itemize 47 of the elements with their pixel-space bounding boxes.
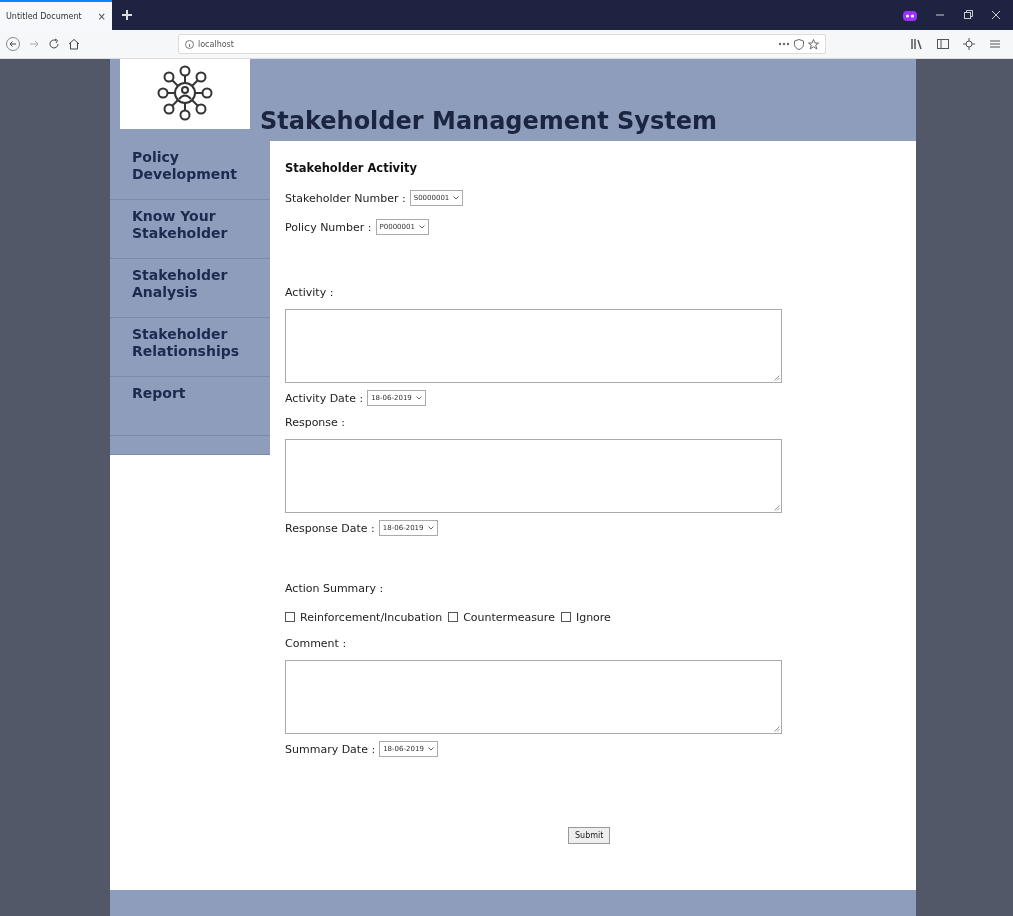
chevron-icon	[415, 396, 422, 400]
chevron-icon	[427, 747, 434, 751]
site-title: Stakeholder Management System	[260, 107, 717, 135]
resize-grip-icon[interactable]	[774, 726, 780, 732]
tab-title: Untitled Document	[6, 11, 82, 21]
field-label: Response :	[285, 415, 346, 429]
info-icon	[185, 39, 194, 49]
chevron-icon	[453, 196, 460, 200]
resize-grip-icon[interactable]	[774, 505, 780, 511]
url-text: localhost	[198, 39, 235, 49]
field-label: Summary Date :	[285, 742, 376, 756]
form-heading: Stakeholder Activity	[285, 161, 418, 175]
chevron-icon	[427, 526, 434, 530]
nav-link[interactable]: Report	[110, 377, 270, 436]
field-label: Policy Number :	[285, 220, 372, 234]
checkbox-option[interactable]: Ignore	[560, 610, 611, 624]
field-label: Comment :	[285, 636, 347, 650]
library-icon[interactable]	[911, 38, 923, 50]
reload-icon[interactable]	[48, 38, 60, 50]
back-icon[interactable]	[6, 37, 20, 51]
resize-grip-icon[interactable]	[774, 375, 780, 381]
home-icon[interactable]	[68, 38, 80, 50]
sidebar-icon[interactable]	[937, 38, 949, 50]
shield-icon[interactable]	[794, 38, 804, 50]
restore-icon[interactable]	[963, 10, 973, 20]
close-icon[interactable]	[991, 10, 1001, 20]
checkbox-option[interactable]: Countermeasure	[448, 610, 555, 624]
nav-link[interactable]: Policy Development	[110, 141, 270, 200]
nav-link[interactable]: Stakeholder Relationships	[110, 318, 270, 377]
nav-link[interactable]: Know Your Stakeholder	[110, 200, 270, 259]
field-label: Response Date :	[285, 521, 375, 535]
chevron-icon	[418, 225, 425, 229]
more-icon[interactable]	[778, 42, 790, 46]
browser-tab[interactable]: Untitled Document ×	[0, 0, 112, 30]
field-label: Stakeholder Number :	[285, 191, 406, 205]
submit-button[interactable]: Submit	[568, 827, 611, 844]
mask-icon[interactable]	[903, 9, 917, 21]
tab-close-button[interactable]: ×	[97, 10, 106, 22]
nav-link[interactable]: Stakeholder Analysis	[110, 259, 270, 318]
address-bar[interactable]: localhost	[178, 34, 826, 54]
field-label: Action Summary :	[285, 581, 384, 595]
new-tab-icon[interactable]	[122, 10, 132, 20]
star-icon[interactable]	[808, 38, 819, 50]
field-label: Activity :	[285, 285, 334, 299]
field-label: Activity Date :	[285, 391, 364, 405]
checkbox-option[interactable]: Reinforcement/Incubation	[285, 610, 443, 624]
network-icon	[155, 65, 215, 123]
